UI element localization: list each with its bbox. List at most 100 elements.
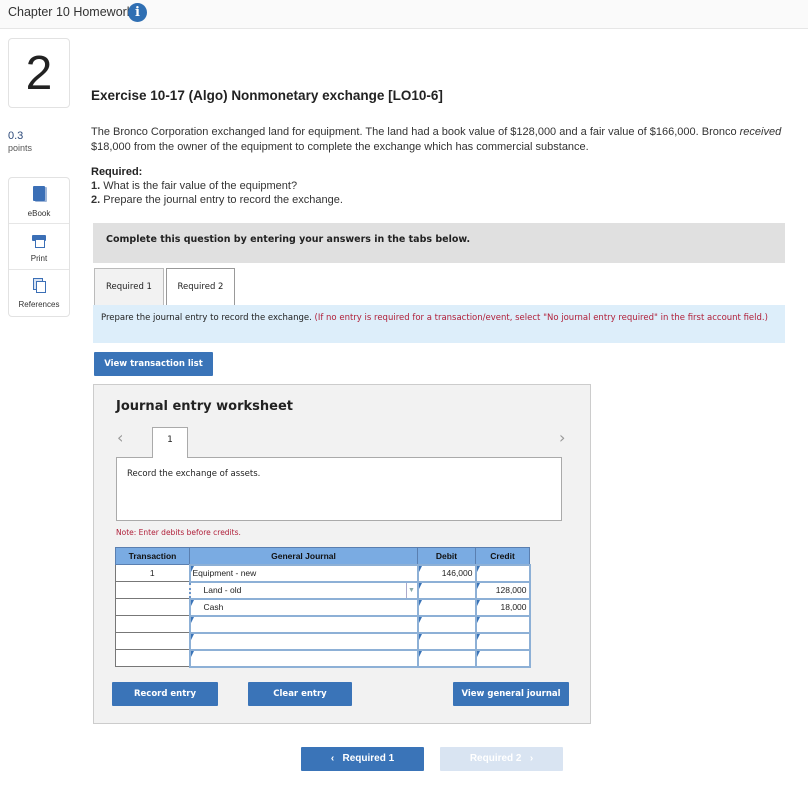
journal-table: Transaction General Journal Debit Credit… [115, 547, 531, 668]
debit-field[interactable] [416, 631, 477, 651]
column-header-transaction: Transaction [115, 547, 190, 565]
credit-field[interactable] [474, 563, 531, 583]
references-button[interactable]: References [9, 270, 69, 316]
required-heading: Required: [91, 166, 143, 178]
required-item-1: 1. What is the fair value of the equipme… [91, 180, 297, 192]
table-row: Cash 18,000 [115, 597, 531, 617]
points-value: 0.3 [8, 130, 24, 142]
tools-panel: eBook Print References [8, 177, 70, 317]
chevron-right-icon[interactable]: › [559, 428, 565, 447]
debit-field[interactable] [416, 580, 477, 600]
table-row [115, 631, 531, 651]
account-value: Land - old [203, 585, 242, 595]
transaction-cell: 1 [115, 564, 190, 582]
credit-field[interactable]: 128,000 [474, 580, 531, 600]
input-marker-icon [418, 650, 422, 657]
entry-description: Record the exchange of assets. [127, 469, 261, 479]
table-row: 1 Equipment - new 146,000 [115, 563, 531, 583]
required-item-number: 2. [91, 194, 101, 206]
required-item-number: 1. [91, 180, 101, 192]
account-field[interactable]: Cash [188, 597, 419, 617]
next-required-label: Required 2 [469, 753, 522, 764]
account-select[interactable]: Land - old ▼ [188, 580, 419, 600]
print-button[interactable]: Print [9, 224, 69, 270]
debit-field[interactable] [416, 597, 477, 617]
input-marker-icon [476, 582, 480, 589]
input-marker-icon [418, 633, 422, 640]
journal-table-header: Transaction General Journal Debit Credit [115, 547, 530, 565]
tab-required-2[interactable]: Required 2 [166, 268, 235, 306]
entry-tab-1[interactable]: 1 [152, 427, 188, 458]
complete-banner-text: Complete this question by entering your … [106, 234, 471, 245]
credit-field[interactable] [474, 631, 531, 651]
account-field[interactable] [188, 648, 419, 668]
input-marker-icon [190, 633, 194, 640]
debit-value: 146,000 [441, 568, 473, 578]
table-row: Land - old ▼ 128,000 [115, 580, 531, 600]
entry-description-box: Record the exchange of assets. [116, 457, 562, 521]
instructions-text: Prepare the journal entry to record the … [101, 313, 315, 323]
account-field[interactable] [188, 614, 419, 634]
column-header-general-journal: General Journal [189, 547, 418, 565]
print-label: Print [30, 254, 48, 263]
account-field[interactable]: Equipment - new [188, 563, 419, 583]
column-header-debit: Debit [417, 547, 476, 565]
previous-required-button[interactable]: ‹ Required 1 [301, 747, 424, 771]
next-required-button[interactable]: Required 2 › [440, 747, 563, 771]
required-item-text: What is the fair value of the equipment? [100, 180, 298, 192]
debit-field[interactable]: 146,000 [416, 563, 477, 583]
required-item-2: 2. Prepare the journal entry to record t… [91, 194, 343, 206]
input-marker-icon [476, 633, 480, 640]
instructions-box: Prepare the journal entry to record the … [93, 305, 785, 343]
credit-field[interactable]: 18,000 [474, 597, 531, 617]
view-general-journal-button[interactable]: View general journal [453, 682, 569, 706]
transaction-cell [115, 598, 190, 616]
references-label: References [18, 300, 60, 309]
dropdown-arrow-icon[interactable]: ▼ [405, 582, 417, 598]
ebook-button[interactable]: eBook [9, 178, 69, 224]
input-marker-icon [418, 616, 422, 623]
input-marker-icon [190, 616, 194, 623]
input-marker-icon [418, 565, 422, 572]
problem-text-part1: The Bronco Corporation exchanged land fo… [91, 126, 740, 138]
chevron-left-icon: ‹ [330, 753, 335, 764]
account-value: Cash [203, 602, 224, 612]
problem-text-part2: $18,000 from the owner of the equipment … [91, 141, 589, 153]
printer-icon [32, 232, 46, 248]
journal-entry-worksheet: Journal entry worksheet ‹ 1 › Record the… [93, 384, 591, 724]
credit-field[interactable] [474, 648, 531, 668]
credit-field[interactable] [474, 614, 531, 634]
chevron-right-icon: › [529, 753, 534, 764]
chevron-left-icon[interactable]: ‹ [117, 428, 123, 447]
debit-field[interactable] [416, 648, 477, 668]
required-item-text: Prepare the journal entry to record the … [100, 194, 343, 206]
transaction-cell [115, 632, 190, 650]
worksheet-title: Journal entry worksheet [116, 399, 293, 414]
transaction-cell [115, 649, 190, 667]
input-marker-icon [190, 599, 194, 606]
clear-entry-button[interactable]: Clear entry [248, 682, 352, 706]
input-marker-icon [190, 650, 194, 657]
info-icon[interactable]: i [128, 3, 147, 22]
view-transaction-list-button[interactable]: View transaction list [94, 352, 213, 376]
record-entry-button[interactable]: Record entry [112, 682, 218, 706]
complete-banner: Complete this question by entering your … [93, 223, 785, 263]
previous-required-label: Required 1 [342, 753, 395, 764]
ebook-label: eBook [27, 209, 51, 218]
instructions-note: (If no entry is required for a transacti… [314, 313, 768, 323]
credit-value: 18,000 [500, 602, 527, 612]
debit-field[interactable] [416, 614, 477, 634]
problem-text-italic: received [739, 126, 782, 138]
input-marker-icon [418, 599, 422, 606]
input-marker-icon [418, 582, 422, 589]
account-field[interactable] [188, 631, 419, 651]
input-marker-icon [476, 616, 480, 623]
input-marker-icon [476, 599, 480, 606]
tab-required-1[interactable]: Required 1 [94, 268, 164, 305]
input-marker-icon [190, 565, 194, 572]
problem-text: The Bronco Corporation exchanged land fo… [91, 125, 791, 155]
table-row [115, 614, 531, 634]
credit-value: 128,000 [495, 585, 527, 595]
transaction-cell [115, 615, 190, 633]
question-number: 2 [8, 38, 70, 108]
